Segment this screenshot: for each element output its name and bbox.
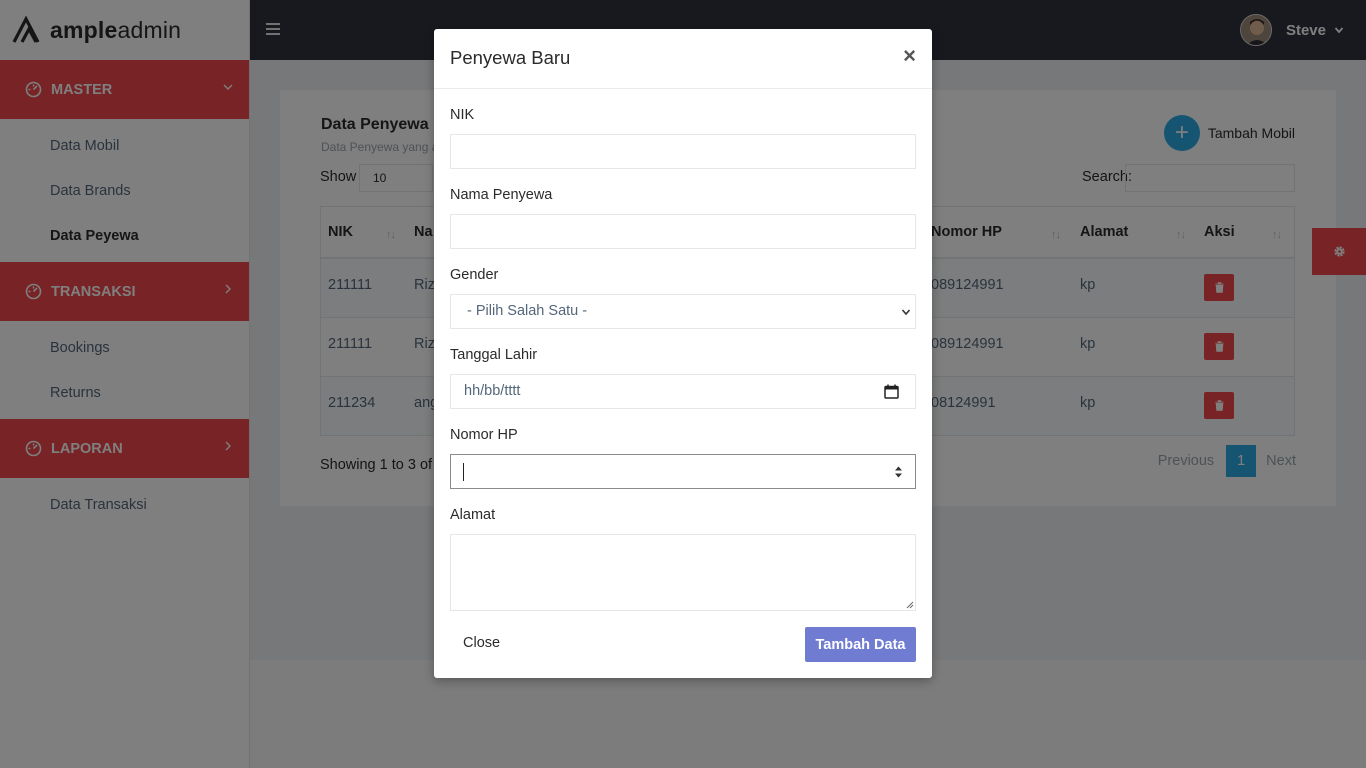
number-spinner-icon[interactable] [894,465,903,479]
modal-header: Penyewa Baru × [434,29,932,89]
penyewa-baru-modal: Penyewa Baru × NIK Nama Penyewa Gender -… [434,29,932,678]
nomor-hp-label: Nomor HP [450,427,518,443]
close-button[interactable]: Close [463,635,500,651]
gender-selected-value: - Pilih Salah Satu - [467,303,588,319]
alamat-label: Alamat [450,507,496,523]
nomor-hp-field[interactable] [450,454,916,489]
calendar-icon[interactable] [884,384,899,399]
gender-label: Gender [450,267,499,283]
nik-field[interactable] [450,134,916,169]
tambah-data-button[interactable]: Tambah Data [805,627,916,662]
gender-select[interactable]: - Pilih Salah Satu - [450,294,916,329]
tanggal-lahir-placeholder: hh/bb/tttt [464,383,521,399]
close-icon[interactable]: × [903,45,916,67]
nama-penyewa-field[interactable] [450,214,916,249]
resize-handle-icon[interactable] [906,601,914,609]
chevron-down-icon [901,309,911,316]
nama-penyewa-label: Nama Penyewa [450,187,553,203]
alamat-textarea[interactable] [450,534,916,611]
text-cursor [463,463,464,481]
tanggal-lahir-label: Tanggal Lahir [450,347,538,363]
modal-title: Penyewa Baru [450,47,571,68]
tanggal-lahir-field[interactable]: hh/bb/tttt [450,374,916,409]
nik-label: NIK [450,107,475,123]
